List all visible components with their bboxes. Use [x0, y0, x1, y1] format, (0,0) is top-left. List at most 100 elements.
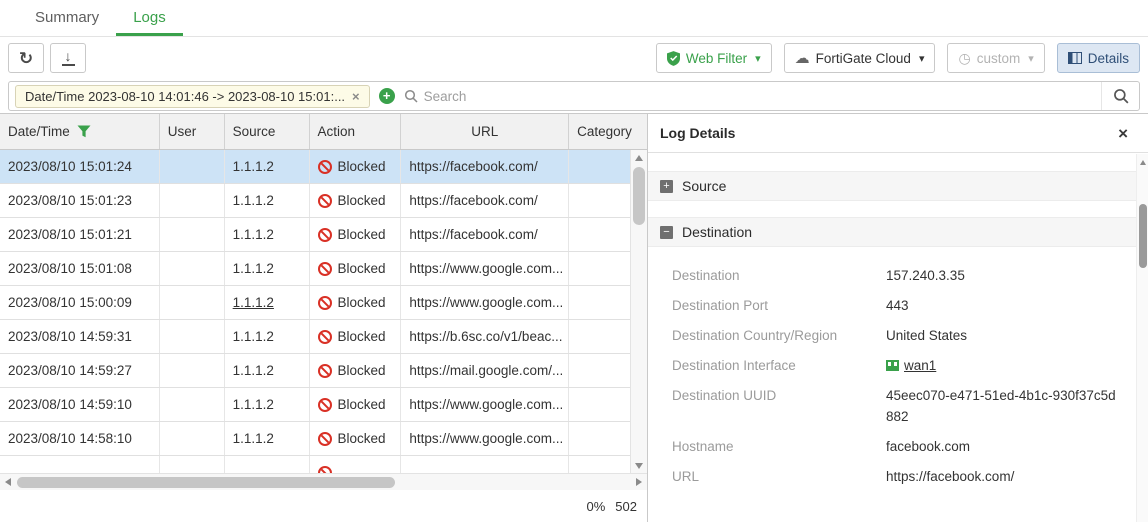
table-row[interactable]: 2023/08/10 15:00:09 1.1.1.2 Blocked http…: [0, 286, 647, 320]
field-row: Destination Interface wan1: [672, 355, 1136, 376]
column-header-category[interactable]: Category: [569, 114, 647, 149]
cell-source[interactable]: 1.1.1.2: [225, 286, 310, 319]
table-body: 2023/08/10 15:01:24 1.1.1.2 Blocked http…: [0, 150, 647, 473]
table-header-row: Date/Time User Source Action URL Categor…: [0, 114, 647, 150]
cell-datetime: 2023/08/10 14:59:31: [0, 320, 160, 353]
shield-icon: [667, 51, 680, 66]
column-header-datetime[interactable]: Date/Time: [0, 114, 160, 149]
cell-action: Blocked: [310, 286, 402, 319]
blocked-icon: [318, 330, 332, 344]
field-row: Destination UUID 45eec070-e471-51ed-4b1c…: [672, 385, 1136, 427]
field-row: Destination 157.240.3.35: [672, 265, 1136, 286]
field-row: URL https://facebook.com/: [672, 466, 1136, 487]
web-filter-dropdown[interactable]: Web Filter ▾: [656, 43, 772, 73]
search-bar: Date/Time 2023-08-10 14:01:46 -> 2023-08…: [8, 81, 1140, 111]
remove-filter-icon[interactable]: ×: [352, 90, 360, 103]
cell-action: Blocked: [310, 388, 402, 421]
table-vertical-scrollbar[interactable]: [630, 150, 647, 473]
field-value: United States: [886, 325, 1122, 346]
blocked-icon: [318, 398, 332, 412]
cell-source: 1.1.1.2: [225, 320, 310, 353]
table-row[interactable]: 2023/08/10 14:58:10 1.1.1.2 Blocked http…: [0, 422, 647, 456]
web-filter-label: Web Filter: [686, 51, 747, 66]
cell-datetime: 2023/08/10 15:01:08: [0, 252, 160, 285]
refresh-button[interactable]: ↻: [8, 43, 44, 73]
table-row-partial[interactable]: [0, 456, 647, 473]
cell-action: Blocked: [310, 252, 402, 285]
field-label: Destination: [672, 265, 886, 286]
field-value: 157.240.3.35: [886, 265, 1122, 286]
field-row: Destination Port 443: [672, 295, 1136, 316]
details-label: Details: [1088, 51, 1129, 66]
search-submit-button[interactable]: [1101, 82, 1139, 110]
interface-link[interactable]: wan1: [886, 355, 936, 376]
scroll-right-arrow[interactable]: [631, 474, 647, 490]
cell-source: 1.1.1.2: [225, 150, 310, 183]
column-header-action[interactable]: Action: [310, 114, 402, 149]
progress-percent: 0%: [587, 499, 606, 514]
table-row[interactable]: 2023/08/10 15:01:08 1.1.1.2 Blocked http…: [0, 252, 647, 286]
scroll-up-arrow[interactable]: [631, 150, 647, 165]
field-label: Destination Interface: [672, 355, 886, 376]
datetime-filter-pill[interactable]: Date/Time 2023-08-10 14:01:46 -> 2023-08…: [15, 85, 370, 108]
scroll-up-arrow[interactable]: [1137, 156, 1148, 168]
field-value: 45eec070-e471-51ed-4b1c-930f37c5d882: [886, 385, 1122, 427]
refresh-icon: ↻: [19, 50, 33, 67]
field-value: wan1: [886, 355, 1122, 376]
scroll-left-arrow[interactable]: [0, 474, 16, 490]
table-row[interactable]: 2023/08/10 14:59:31 1.1.1.2 Blocked http…: [0, 320, 647, 354]
cell-source: 1.1.1.2: [225, 422, 310, 455]
cell-url: [401, 456, 569, 473]
cell-user: [160, 422, 225, 455]
section-destination[interactable]: − Destination: [648, 217, 1148, 247]
column-header-user[interactable]: User: [160, 114, 225, 149]
custom-time-dropdown[interactable]: ◷ custom ▾: [947, 43, 1044, 73]
toolbar-right-group: Web Filter ▾ ☁ FortiGate Cloud ▾ ◷ custo…: [656, 43, 1140, 73]
section-destination-label: Destination: [682, 224, 752, 240]
fortigate-cloud-dropdown[interactable]: ☁ FortiGate Cloud ▾: [784, 43, 936, 73]
table-row[interactable]: 2023/08/10 15:01:23 1.1.1.2 Blocked http…: [0, 184, 647, 218]
expand-icon[interactable]: +: [660, 180, 673, 193]
log-details-header: Log Details ×: [648, 114, 1148, 153]
cell-action: Blocked: [310, 218, 402, 251]
cloud-icon: ☁: [795, 51, 810, 66]
toolbar: ↻ ↓ Web Filter ▾ ☁ FortiGate Cloud ▾ ◷ c…: [0, 37, 1148, 79]
details-scroll-thumb[interactable]: [1139, 204, 1147, 268]
details-toggle-button[interactable]: Details: [1057, 43, 1140, 73]
tab-summary[interactable]: Summary: [18, 0, 116, 36]
filter-funnel-icon[interactable]: [77, 125, 91, 138]
table-row[interactable]: 2023/08/10 14:59:27 1.1.1.2 Blocked http…: [0, 354, 647, 388]
toolbar-left-group: ↻ ↓: [8, 43, 86, 73]
collapse-icon[interactable]: −: [660, 226, 673, 239]
download-button[interactable]: ↓: [50, 43, 86, 73]
tab-logs[interactable]: Logs: [116, 0, 183, 36]
cell-datetime: 2023/08/10 15:01:23: [0, 184, 160, 217]
blocked-icon: [318, 194, 332, 208]
cell-datetime: [0, 456, 160, 473]
custom-time-label: custom: [977, 51, 1021, 66]
field-row: Hostname facebook.com: [672, 436, 1136, 457]
column-header-url[interactable]: URL: [401, 114, 569, 149]
vertical-scroll-thumb[interactable]: [633, 167, 645, 225]
scroll-down-arrow[interactable]: [631, 458, 647, 473]
table-row[interactable]: 2023/08/10 15:01:21 1.1.1.2 Blocked http…: [0, 218, 647, 252]
clock-icon: ◷: [958, 51, 970, 65]
details-scrollbar[interactable]: [1136, 154, 1148, 522]
close-icon[interactable]: ×: [1118, 125, 1136, 142]
table-row[interactable]: 2023/08/10 14:59:10 1.1.1.2 Blocked http…: [0, 388, 647, 422]
cell-url: https://facebook.com/: [401, 218, 569, 251]
cell-action: Blocked: [310, 150, 402, 183]
log-count: 502: [615, 499, 637, 514]
horizontal-scroll-thumb[interactable]: [17, 477, 395, 488]
fortigate-cloud-label: FortiGate Cloud: [816, 51, 911, 66]
log-table-panel: Date/Time User Source Action URL Categor…: [0, 114, 648, 522]
search-input[interactable]: [424, 89, 1101, 104]
cell-url: https://b.6sc.co/v1/beac...: [401, 320, 569, 353]
table-row[interactable]: 2023/08/10 15:01:24 1.1.1.2 Blocked http…: [0, 150, 647, 184]
chevron-down-icon: ▾: [1028, 52, 1034, 65]
cell-action: Blocked: [310, 354, 402, 387]
column-header-source[interactable]: Source: [225, 114, 310, 149]
add-filter-button[interactable]: +: [379, 88, 395, 104]
section-source[interactable]: + Source: [648, 171, 1148, 201]
table-horizontal-scrollbar[interactable]: [0, 473, 647, 490]
